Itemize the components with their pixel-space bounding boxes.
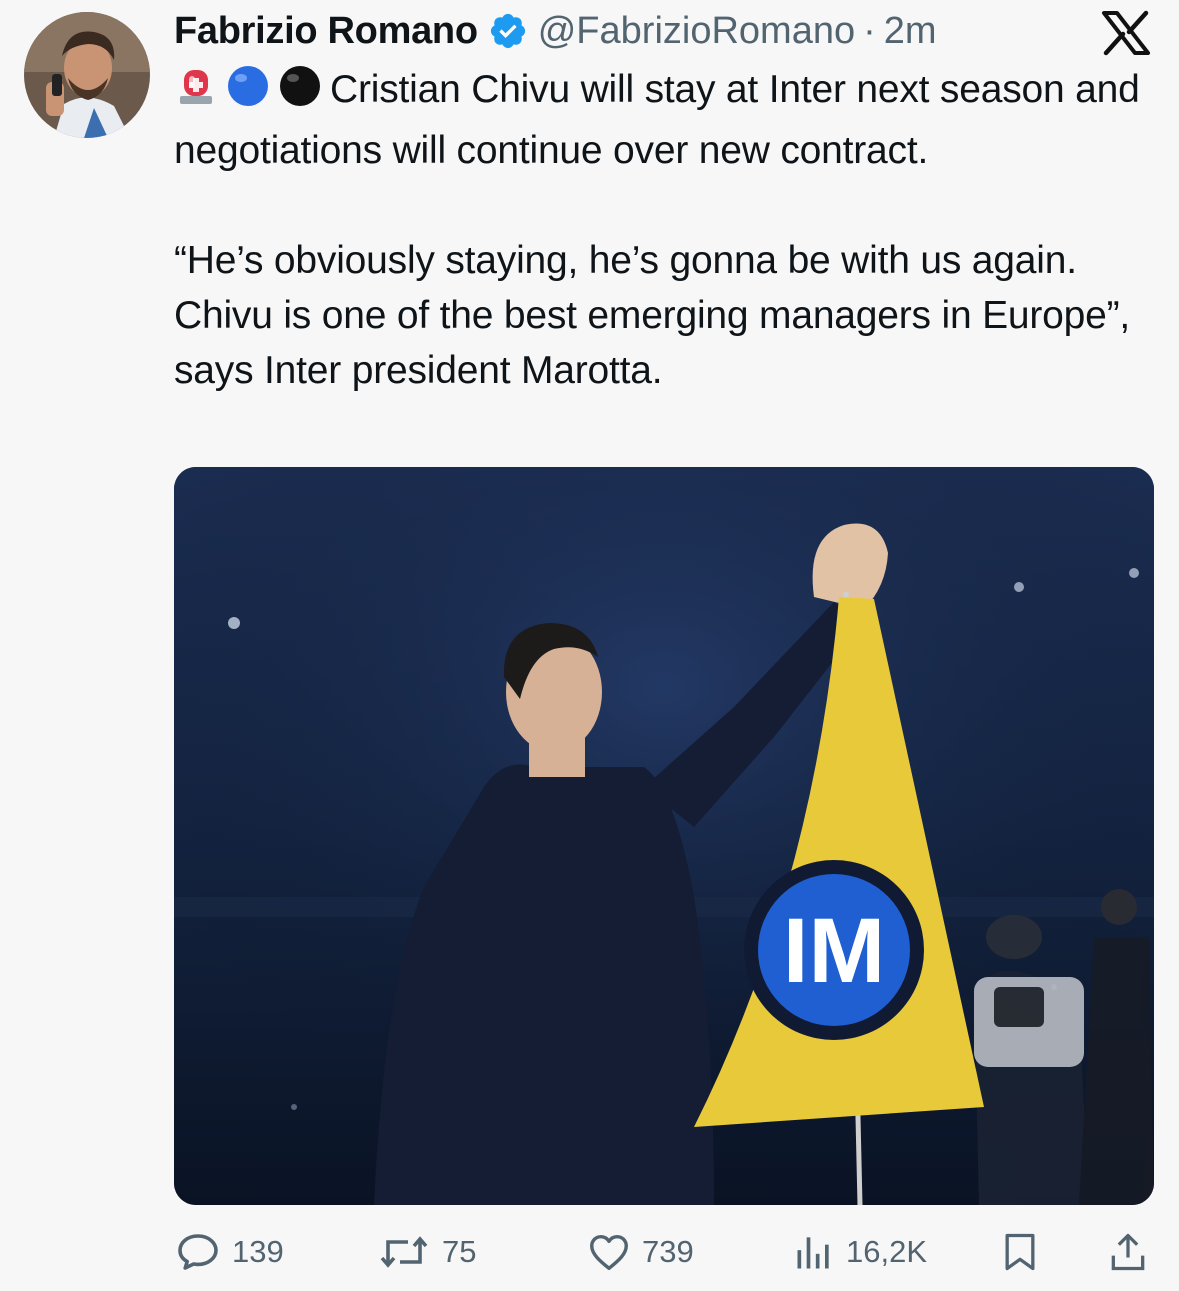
like-button[interactable]: 739 — [586, 1222, 694, 1282]
tweet-paragraph-1: Cristian Chivu will stay at Inter next s… — [174, 62, 1154, 178]
views-button[interactable]: 16,2K — [792, 1222, 927, 1282]
tweet-header: Fabrizio Romano @FabrizioRomano · 2m — [174, 8, 937, 54]
share-button[interactable] — [1106, 1222, 1160, 1282]
x-logo-icon — [1100, 10, 1152, 56]
blue-circle-emoji — [226, 64, 270, 123]
avatar[interactable] — [24, 12, 150, 138]
repost-icon — [380, 1236, 428, 1268]
separator: · — [863, 9, 876, 52]
black-circle-emoji — [278, 64, 322, 123]
reply-count: 139 — [232, 1234, 284, 1269]
share-icon — [1111, 1233, 1145, 1271]
rotating-light-emoji — [174, 64, 218, 123]
tweet-text: Cristian Chivu will stay at Inter next s… — [174, 62, 1154, 398]
view-count: 16,2K — [846, 1234, 928, 1269]
like-count: 739 — [642, 1234, 694, 1269]
bookmark-icon — [1005, 1233, 1035, 1271]
heart-icon — [590, 1234, 628, 1271]
repost-count: 75 — [442, 1234, 477, 1269]
inter-logo-text: IM — [783, 900, 885, 1002]
photo-image: IM — [174, 467, 1154, 1205]
reply-button[interactable]: 139 — [174, 1222, 284, 1282]
author-handle[interactable]: @FabrizioRomano — [538, 10, 855, 53]
reply-icon — [178, 1234, 218, 1270]
bookmark-button[interactable] — [998, 1222, 1052, 1282]
tweet-photo[interactable]: IM — [174, 467, 1154, 1205]
repost-button[interactable]: 75 — [376, 1222, 476, 1282]
profile-photo — [24, 12, 150, 138]
tweet-paragraph-2: “He’s obviously staying, he’s gonna be w… — [174, 239, 1131, 392]
action-bar: 139 75 739 16,2K — [174, 1222, 1154, 1282]
timestamp[interactable]: 2m — [884, 10, 937, 53]
verified-badge-icon — [488, 11, 528, 51]
views-icon — [797, 1237, 829, 1269]
author-name[interactable]: Fabrizio Romano — [174, 10, 478, 53]
